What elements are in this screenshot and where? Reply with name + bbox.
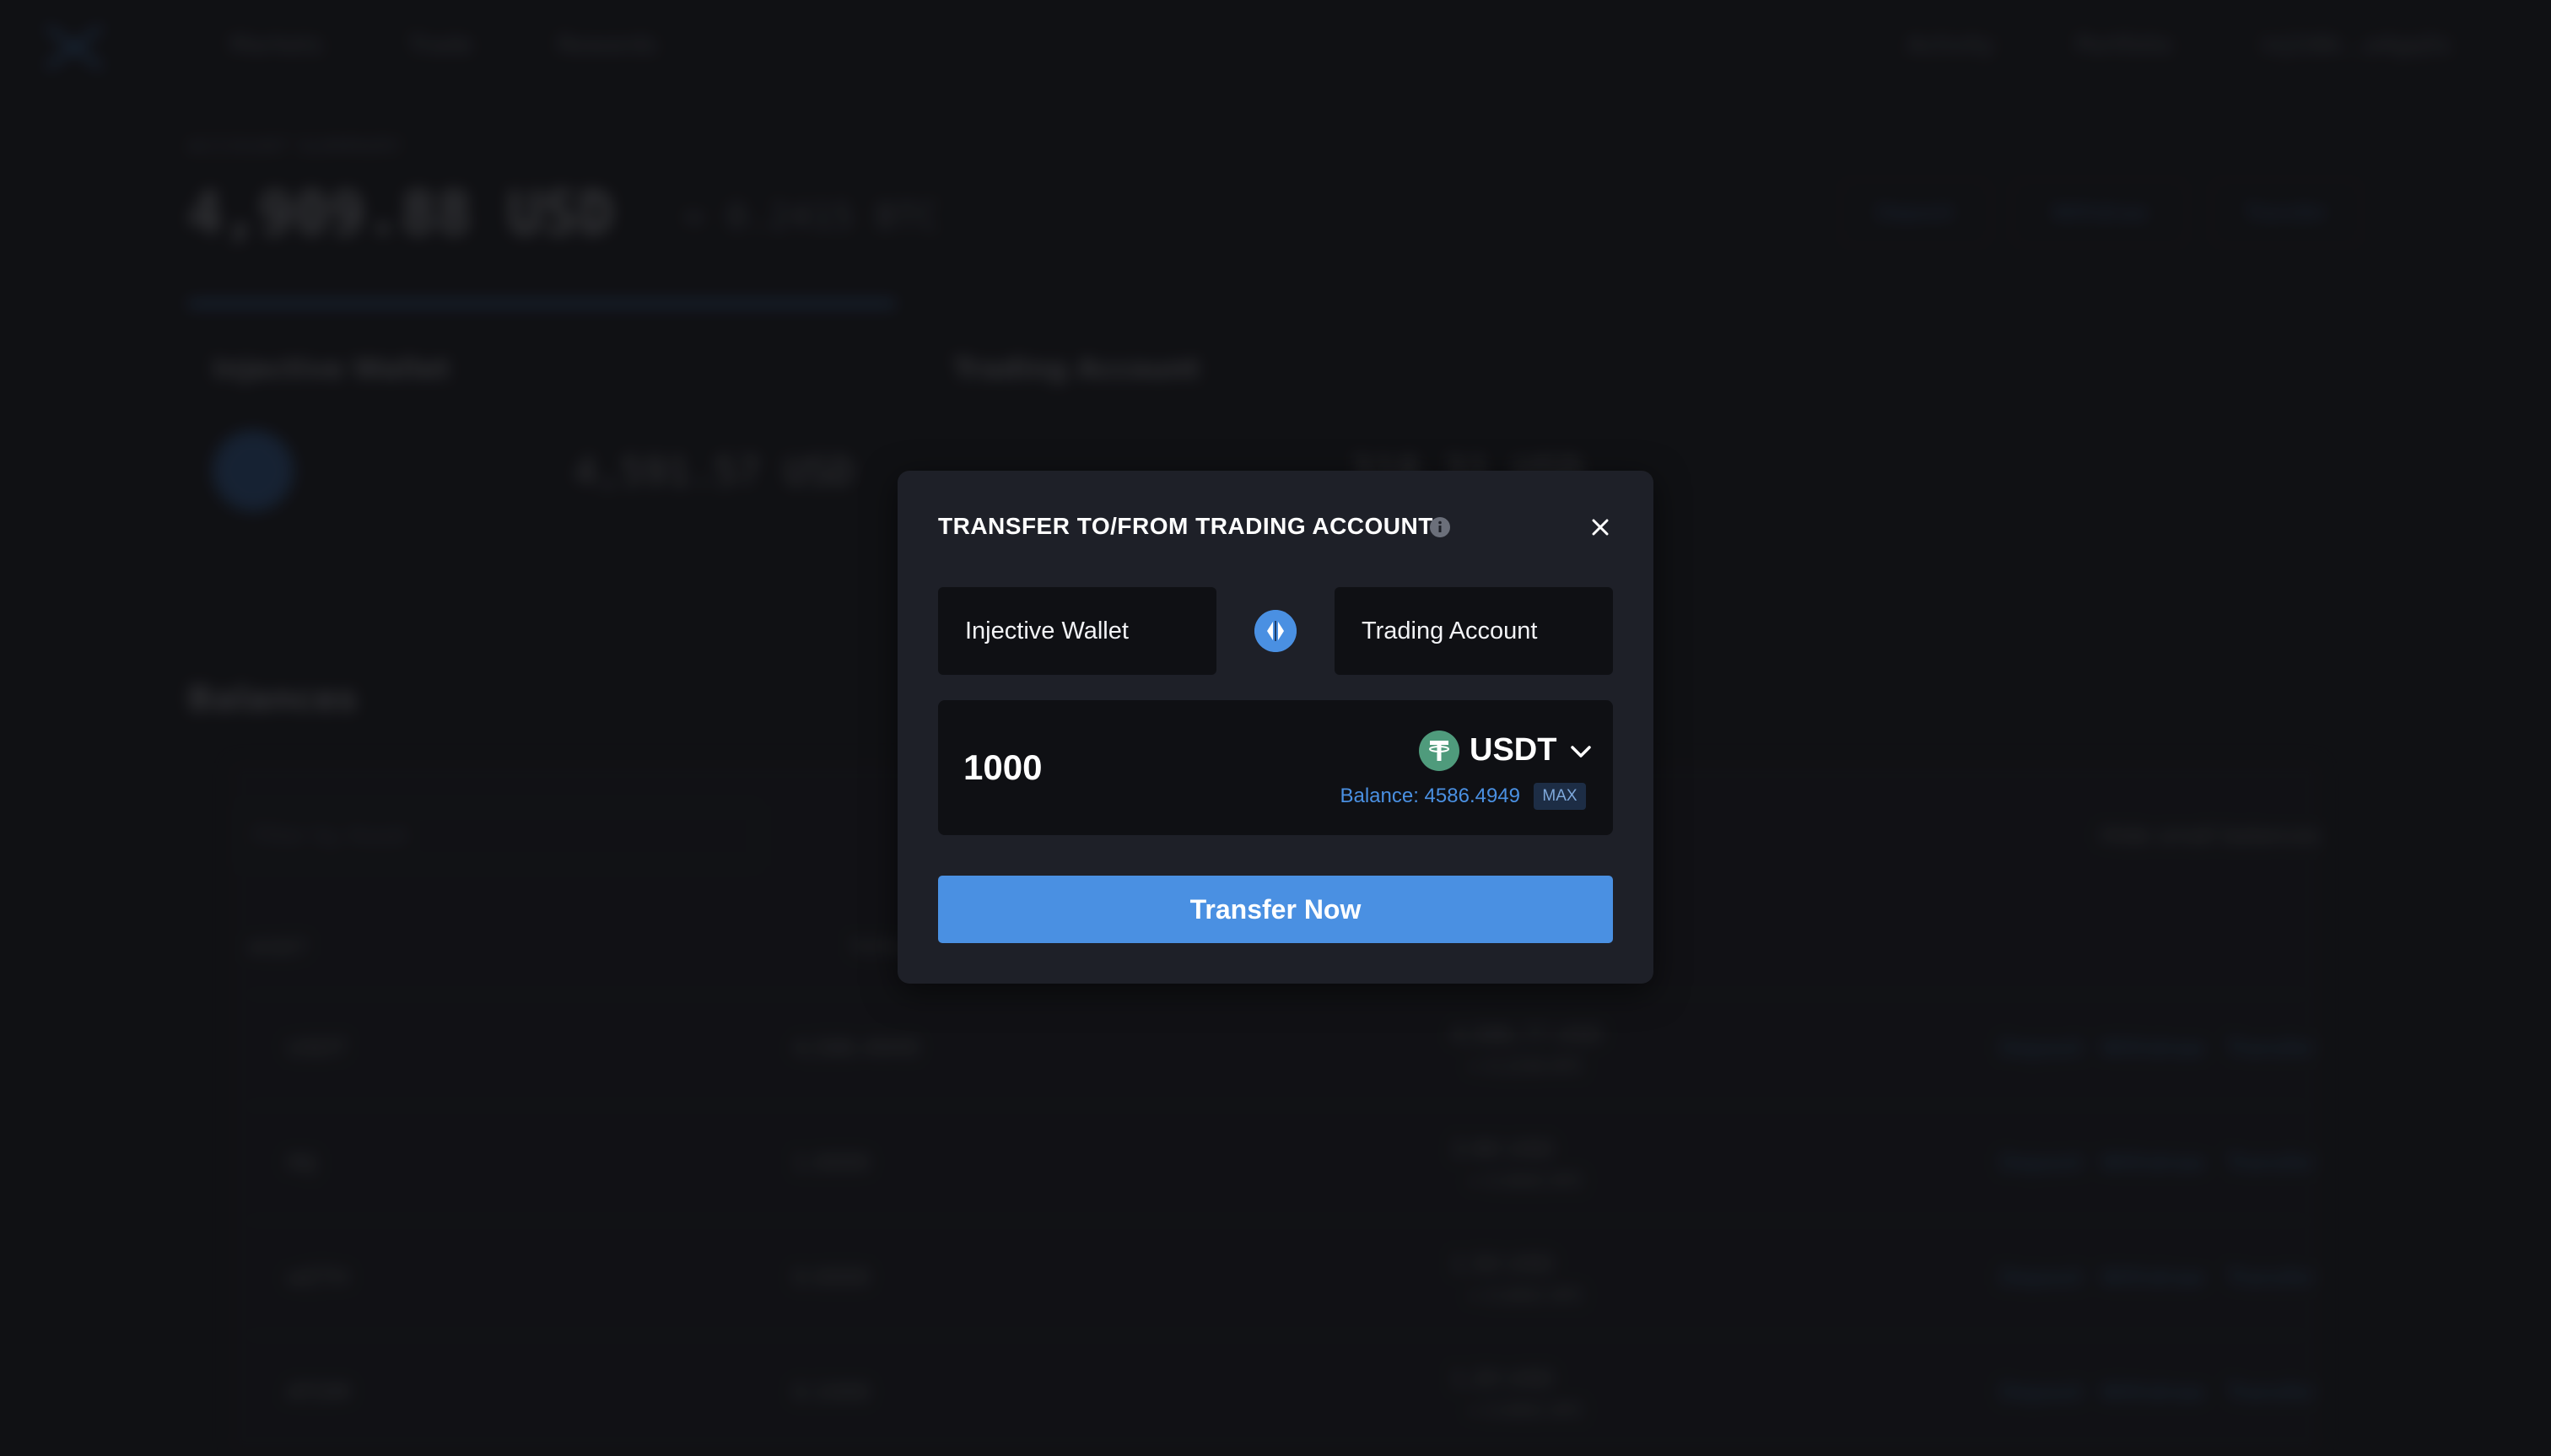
to-account-field[interactable]: Trading Account	[1335, 587, 1613, 675]
amount-panel: USDT Balance: 4586.4949 MAX	[938, 700, 1613, 835]
modal-title: TRANSFER TO/FROM TRADING ACCOUNT	[938, 513, 1433, 539]
token-name: USDT	[1470, 732, 1557, 768]
balance-text: Balance: 4586.4949	[1340, 785, 1520, 807]
transfer-modal: TRANSFER TO/FROM TRADING ACCOUNT Injecti…	[898, 471, 1653, 984]
from-account-label: Injective Wallet	[965, 617, 1129, 644]
max-button[interactable]: MAX	[1534, 783, 1586, 810]
from-account-field[interactable]: Injective Wallet	[938, 587, 1216, 675]
token-select[interactable]: USDT	[1410, 729, 1596, 774]
chevron-down-icon	[1571, 746, 1591, 758]
amount-input[interactable]	[963, 741, 1335, 795]
swap-arrows-icon[interactable]	[1254, 610, 1297, 652]
tether-icon	[1419, 731, 1459, 771]
close-icon[interactable]	[1586, 513, 1615, 542]
transfer-now-button[interactable]: Transfer Now	[938, 876, 1613, 943]
info-icon[interactable]	[1429, 516, 1451, 538]
to-account-label: Trading Account	[1362, 617, 1538, 644]
